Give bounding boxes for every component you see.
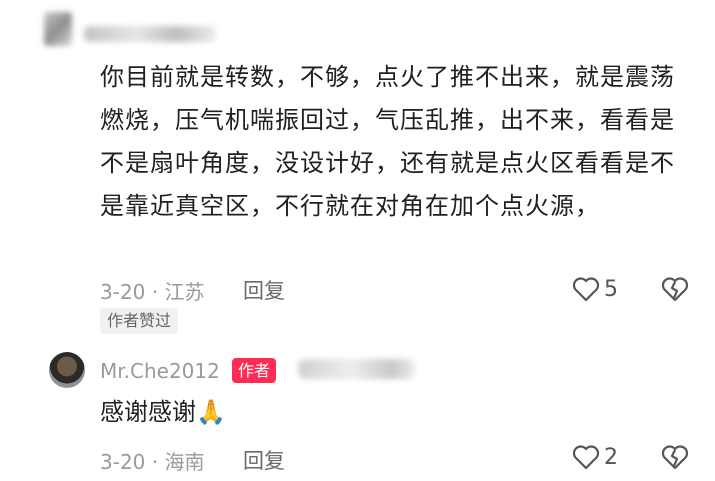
like-count: 5 <box>604 277 618 302</box>
author-liked-badge: 作者赞过 <box>100 308 179 334</box>
broken-heart-icon[interactable] <box>661 444 689 470</box>
comment-text: 你目前就是转数，不够，点火了推不出来，就是震荡燃烧，压气机喘振回过，气压乱推，出… <box>100 63 675 220</box>
broken-heart-icon[interactable] <box>661 276 689 302</box>
reply-button[interactable]: 回复 <box>243 445 285 475</box>
like-count: 2 <box>604 445 618 470</box>
reply-date-location: 3-20 · 海南 <box>100 450 205 474</box>
username-blurred[interactable] <box>84 26 216 42</box>
heart-outline-icon[interactable] <box>572 444 600 470</box>
reply-button[interactable]: 回复 <box>243 275 285 305</box>
avatar[interactable] <box>49 352 85 388</box>
heart-outline-icon[interactable] <box>572 276 600 302</box>
reply-comment-text: 感谢感谢🙏 <box>100 398 226 426</box>
author-tag-badge: 作者 <box>232 358 277 383</box>
comment-date-location: 3-20 · 江苏 <box>100 280 205 304</box>
username[interactable]: Mr.Che2012 <box>100 359 220 383</box>
avatar-blurred[interactable] <box>44 12 72 46</box>
reply-target-blurred <box>298 359 416 379</box>
